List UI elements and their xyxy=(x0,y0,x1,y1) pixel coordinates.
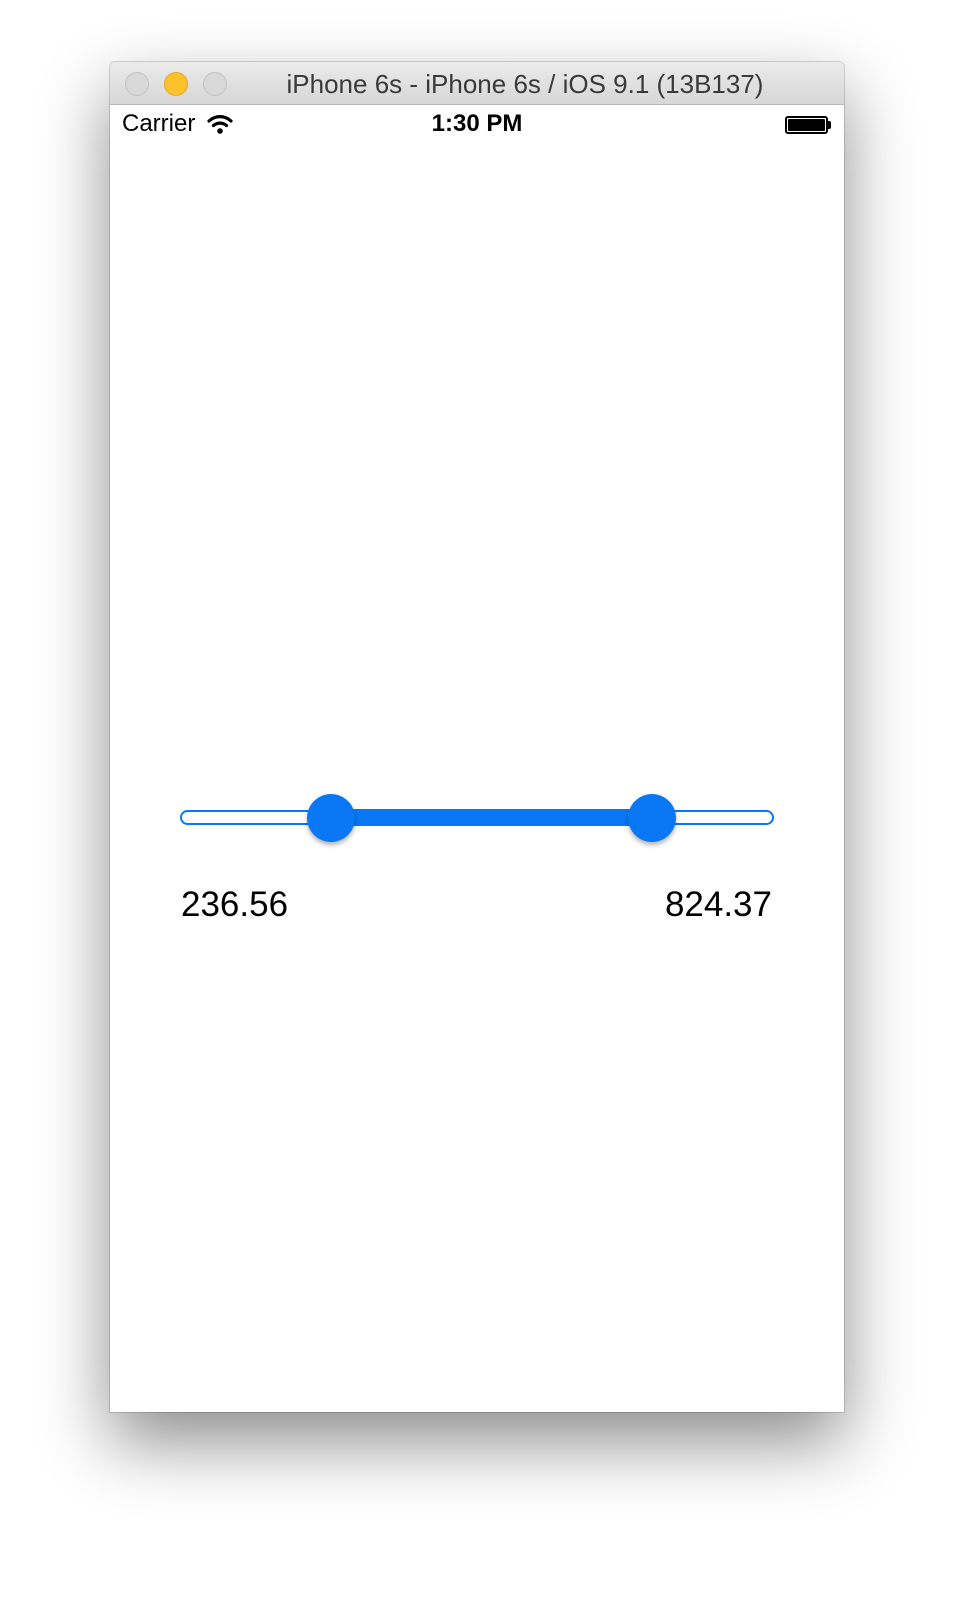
slider-lower-thumb[interactable] xyxy=(307,794,356,842)
simulator-window: iPhone 6s - iPhone 6s / iOS 9.1 (13B137)… xyxy=(110,62,844,1412)
minimize-window-button[interactable] xyxy=(164,72,188,96)
device-screen: Carrier 1:30 PM 236.56 824.37 xyxy=(110,105,844,1412)
battery-icon xyxy=(785,116,828,134)
upper-value-label: 824.37 xyxy=(664,885,772,924)
slider-upper-thumb[interactable] xyxy=(628,794,677,842)
window-titlebar[interactable]: iPhone 6s - iPhone 6s / iOS 9.1 (13B137) xyxy=(110,62,844,105)
lower-value-label: 236.56 xyxy=(181,885,289,924)
window-title: iPhone 6s - iPhone 6s / iOS 9.1 (13B137) xyxy=(286,69,764,99)
status-time: 1:30 PM xyxy=(431,110,523,137)
battery-tip xyxy=(828,121,831,129)
status-bar: Carrier 1:30 PM xyxy=(110,105,844,147)
zoom-window-button[interactable] xyxy=(203,72,227,96)
close-window-button[interactable] xyxy=(125,72,149,96)
slider-selected-range xyxy=(331,809,653,826)
range-slider[interactable] xyxy=(180,788,774,848)
battery-level xyxy=(788,119,825,131)
